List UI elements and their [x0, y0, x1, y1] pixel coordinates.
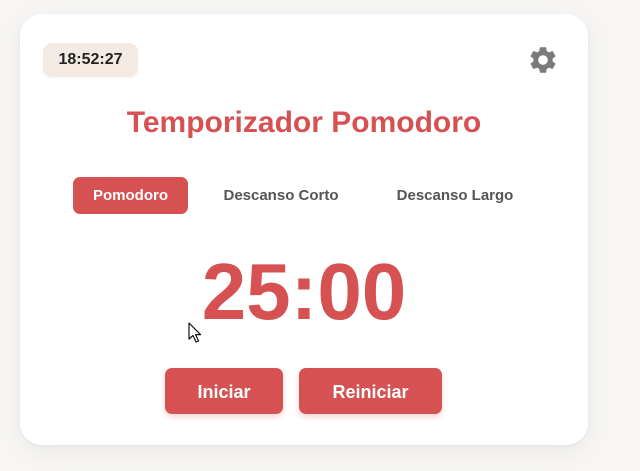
tab-descanso-corto[interactable]: Descanso Corto	[205, 177, 357, 214]
tab-descanso-largo[interactable]: Descanso Largo	[377, 177, 533, 214]
timer-display: 25:00	[201, 247, 407, 336]
tab-pomodoro[interactable]: Pomodoro	[73, 177, 188, 214]
mouse-cursor-icon	[188, 322, 202, 343]
start-button[interactable]: Iniciar	[165, 368, 283, 414]
gear-icon[interactable]	[527, 44, 559, 76]
reset-button[interactable]: Reiniciar	[299, 368, 442, 414]
current-time: 18:52:27	[43, 43, 138, 77]
page-title: Temporizador Pomodoro	[126, 106, 482, 139]
